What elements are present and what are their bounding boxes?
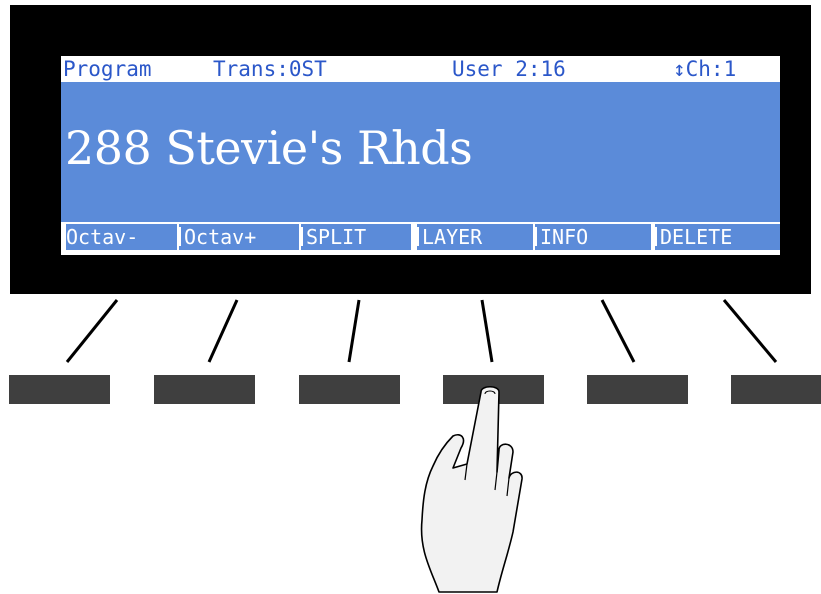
soft-label-info: INFO bbox=[535, 224, 651, 250]
label-divider bbox=[417, 227, 419, 246]
soft-label-octave-up: Octav+ bbox=[179, 224, 299, 250]
soft-button-5[interactable] bbox=[587, 375, 688, 404]
transpose-label: Trans:0ST bbox=[213, 57, 327, 81]
leader-line bbox=[722, 299, 778, 363]
soft-button-1[interactable] bbox=[9, 375, 110, 404]
status-bar: Program Trans:0ST User 2:16 ↕Ch:1 bbox=[61, 56, 780, 82]
label-divider bbox=[535, 227, 537, 246]
leader-line bbox=[480, 299, 494, 363]
program-display: 288 Stevie's Rhds bbox=[61, 82, 780, 222]
label-divider bbox=[655, 227, 657, 246]
leader-line bbox=[347, 299, 361, 363]
hand-pointer-icon bbox=[420, 385, 523, 593]
bank-label: User 2:16 bbox=[452, 57, 566, 81]
soft-label-layer: LAYER bbox=[417, 224, 533, 250]
leader-line bbox=[600, 299, 636, 363]
mode-label: Program bbox=[63, 57, 152, 81]
label-divider bbox=[179, 227, 181, 246]
soft-button-3[interactable] bbox=[299, 375, 400, 404]
program-name: 288 Stevie's Rhds bbox=[65, 121, 473, 175]
soft-button-6[interactable] bbox=[731, 375, 821, 404]
soft-label-octave-down: Octav- bbox=[66, 224, 177, 250]
soft-label-split: SPLIT bbox=[301, 224, 411, 250]
label-divider bbox=[301, 227, 303, 246]
soft-label-delete: DELETE bbox=[655, 224, 780, 250]
leader-line bbox=[65, 299, 119, 363]
midi-channel-label: ↕Ch:1 bbox=[673, 57, 737, 81]
soft-button-labels: Octav- Octav+ SPLIT LAYER INFO DELETE bbox=[61, 222, 780, 255]
leader-line bbox=[207, 299, 239, 363]
soft-button-2[interactable] bbox=[154, 375, 255, 404]
